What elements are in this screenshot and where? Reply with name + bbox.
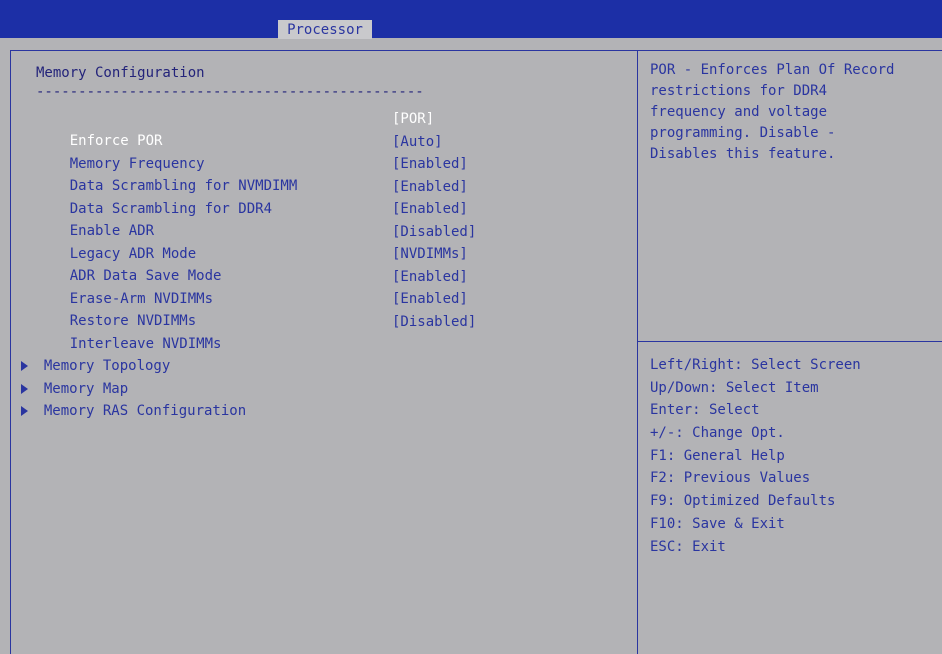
submenu-label: Memory RAS Configuration: [43, 403, 247, 419]
setting-interleave-nvdimms[interactable]: Interleave NVDIMMs [Disabled]: [36, 311, 477, 352]
setting-value[interactable]: [Enabled]: [392, 198, 468, 220]
help-keys-divider: [637, 341, 942, 342]
submenu-memory-map[interactable]: Memory Map: [4, 356, 128, 397]
key-hint: Up/Down: Select Item: [650, 379, 819, 396]
key-hint: ESC: Exit: [650, 538, 726, 555]
setting-enforce-por[interactable]: Enforce POR [POR]: [36, 108, 434, 149]
key-hint: F9: Optimized Defaults: [650, 493, 836, 510]
key-hint: F10: Save & Exit: [650, 515, 785, 532]
help-line: frequency and voltage: [650, 104, 828, 120]
key-legend: Left/Right: Select Screen Up/Down: Selec…: [650, 354, 935, 558]
setting-data-scrambling-ddr4[interactable]: Data Scrambling for DDR4 [Enabled]: [36, 176, 468, 217]
setting-value[interactable]: [Enabled]: [392, 153, 468, 175]
setting-erase-arm-nvdimms[interactable]: Erase-Arm NVDIMMs [Enabled]: [36, 266, 468, 307]
submenu-memory-ras-configuration[interactable]: Memory RAS Configuration: [4, 378, 246, 419]
setting-memory-frequency[interactable]: Memory Frequency [Auto]: [36, 131, 443, 172]
top-menu-bar: Processor: [0, 0, 942, 39]
setting-enable-adr[interactable]: Enable ADR [Enabled]: [36, 198, 468, 239]
setting-value[interactable]: [POR]: [392, 108, 434, 130]
help-line: Disables this feature.: [650, 146, 836, 162]
key-hint: Left/Right: Select Screen: [650, 357, 861, 373]
help-line: restrictions for DDR4: [650, 83, 828, 99]
key-hint: +/-: Change Opt.: [650, 425, 785, 442]
tab-processor[interactable]: Processor: [278, 20, 372, 39]
setting-data-scrambling-nvmdimm[interactable]: Data Scrambling for NVMDIMM [Enabled]: [36, 153, 468, 194]
help-text: POR - Enforces Plan Of Record restrictio…: [650, 60, 935, 165]
key-hint: F2: Previous Values: [650, 470, 811, 487]
key-hint: F1: General Help: [650, 447, 785, 464]
setting-value[interactable]: [Enabled]: [392, 176, 468, 198]
page-title: Memory Configuration: [36, 65, 205, 81]
help-panel-divider: [637, 50, 638, 654]
setting-legacy-adr-mode[interactable]: Legacy ADR Mode [Disabled]: [36, 221, 477, 262]
help-line: programming. Disable -: [650, 125, 836, 141]
setting-value[interactable]: [Disabled]: [392, 221, 476, 243]
submenu-memory-topology[interactable]: Memory Topology: [4, 333, 170, 374]
title-separator: ----------------------------------------…: [36, 84, 424, 100]
setting-value[interactable]: [Disabled]: [392, 311, 476, 333]
frame-top-border: [10, 50, 942, 51]
key-hint: Enter: Select: [650, 402, 760, 419]
setting-value[interactable]: [Auto]: [392, 131, 443, 153]
help-line: POR - Enforces Plan Of Record: [650, 62, 895, 78]
setting-value[interactable]: [NVDIMMs]: [392, 243, 468, 265]
setting-restore-nvdimms[interactable]: Restore NVDIMMs [Enabled]: [36, 288, 468, 329]
setting-adr-data-save-mode[interactable]: ADR Data Save Mode [NVDIMMs]: [36, 243, 468, 284]
setting-value[interactable]: [Enabled]: [392, 288, 468, 310]
setting-value[interactable]: [Enabled]: [392, 266, 468, 288]
submenu-arrow-icon: [20, 406, 28, 416]
